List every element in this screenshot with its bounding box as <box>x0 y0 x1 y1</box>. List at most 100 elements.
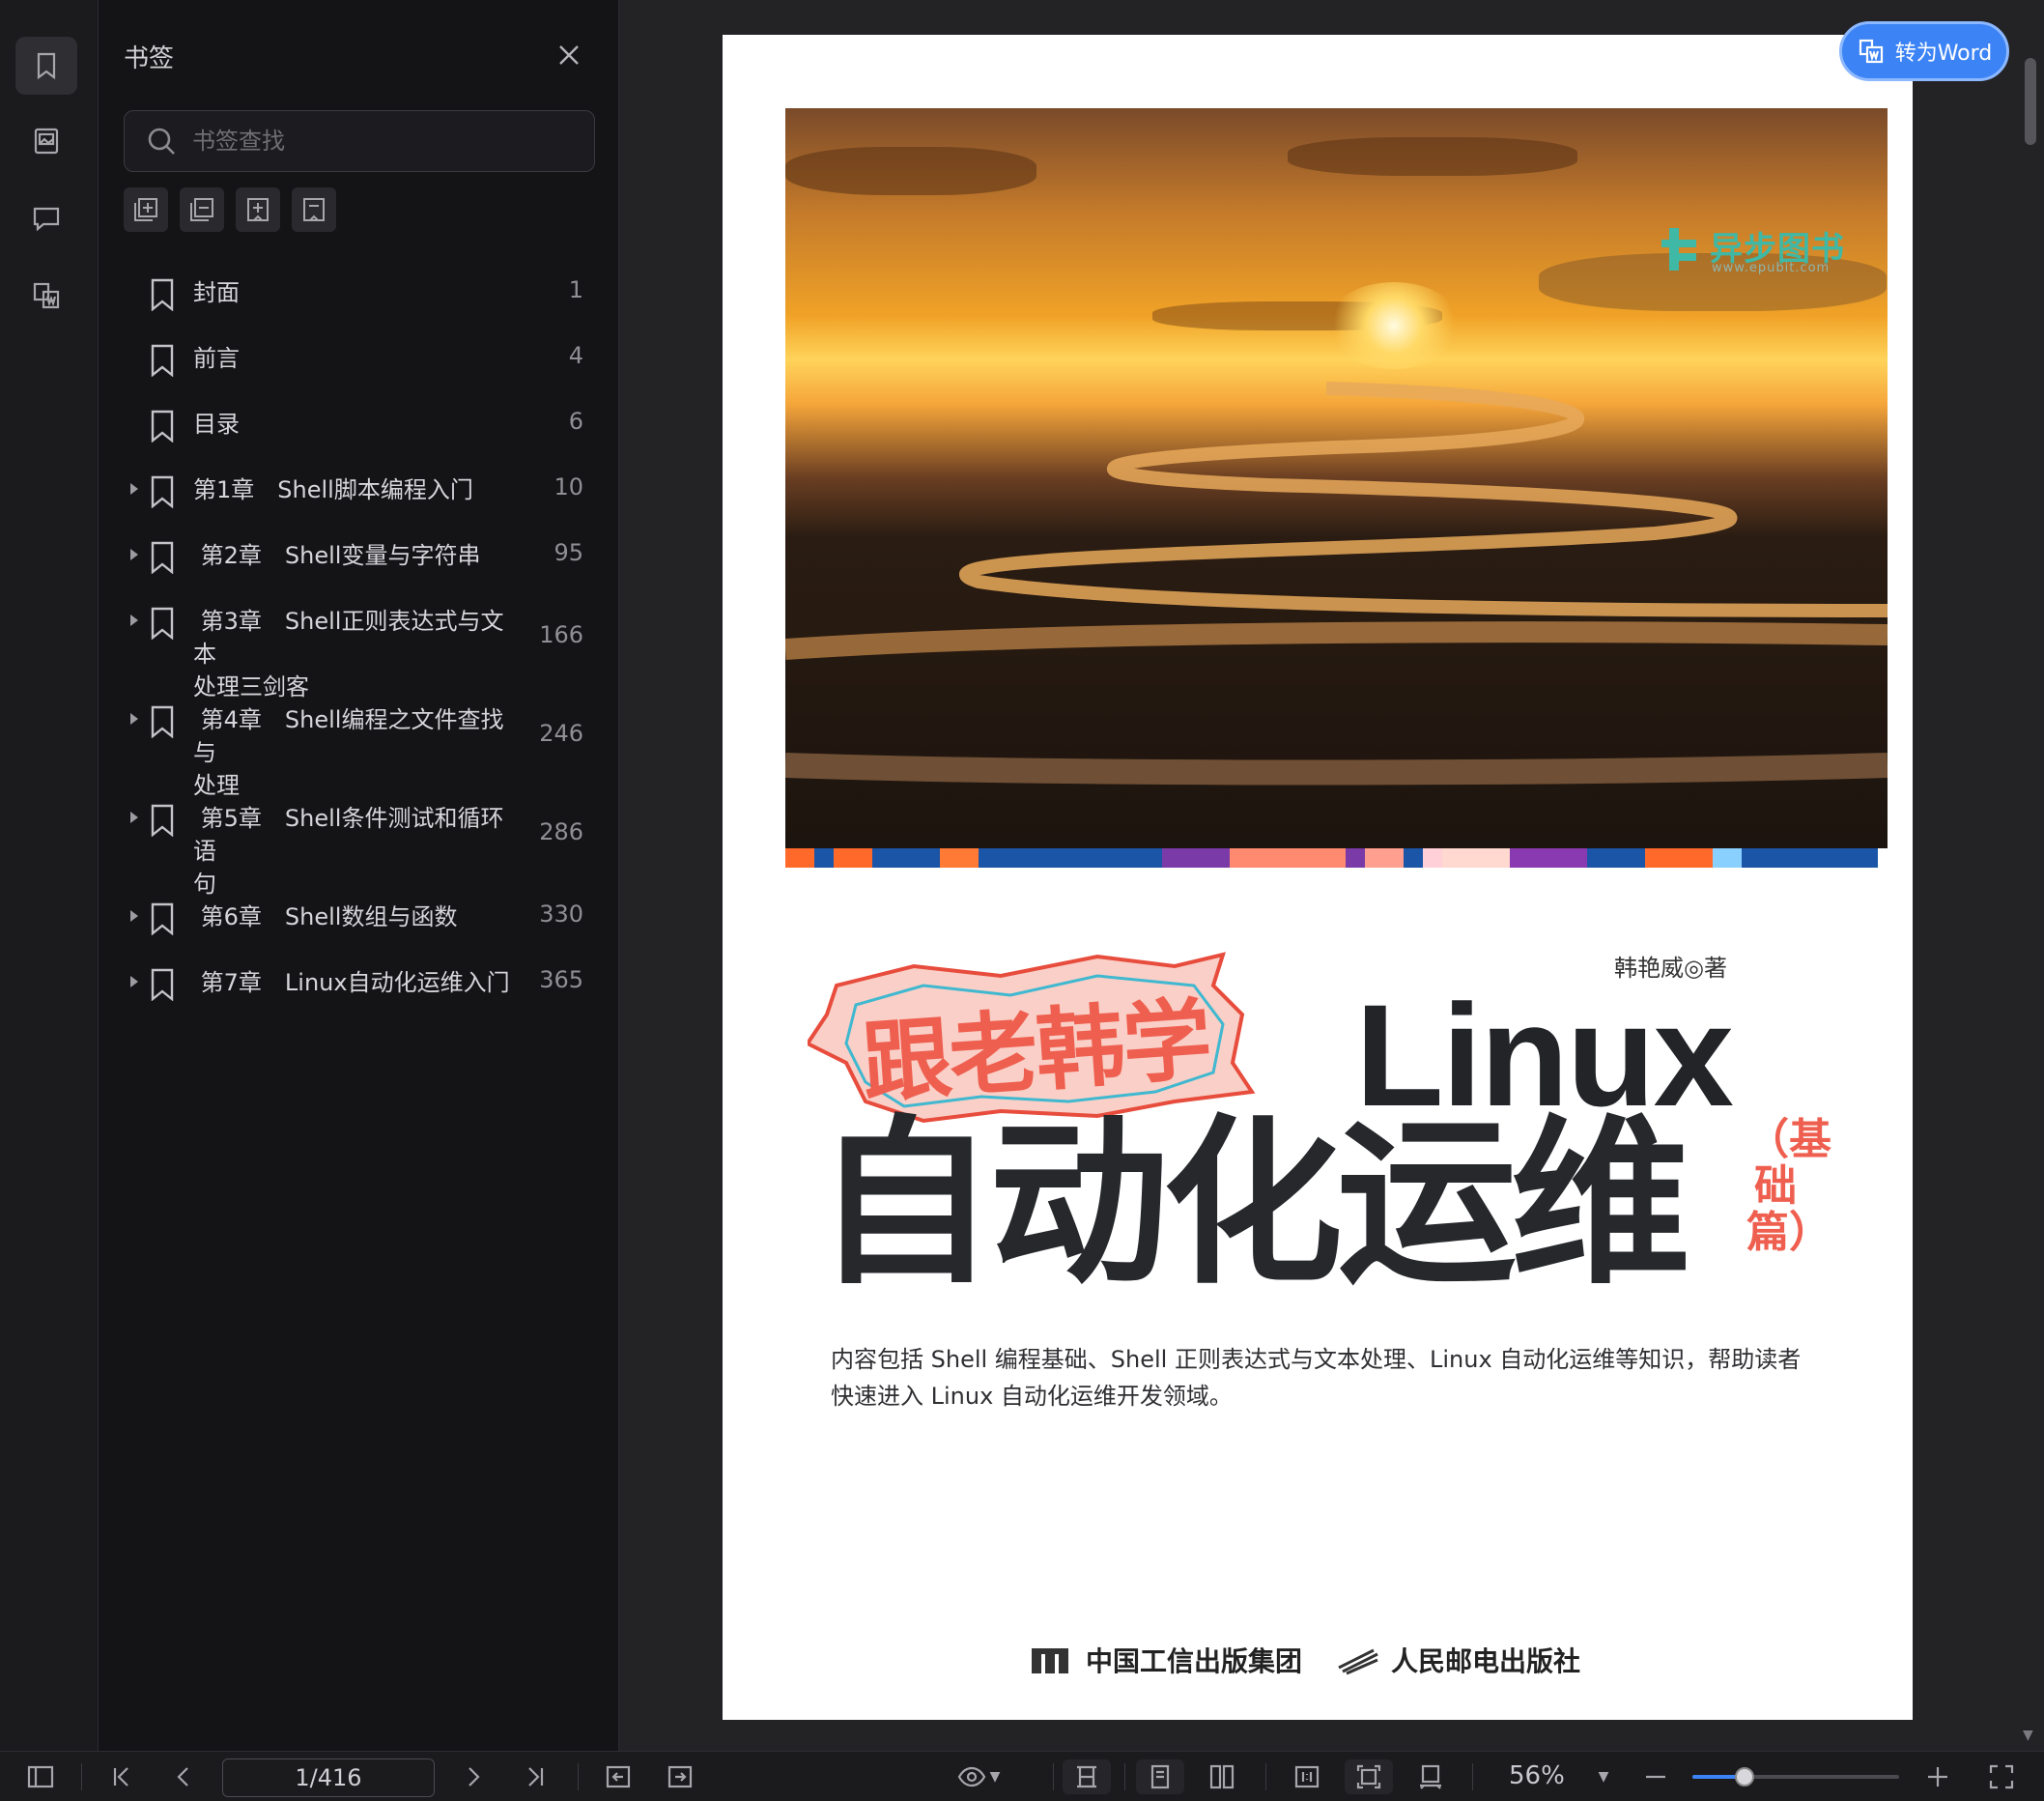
left-icon-rail <box>0 0 99 1751</box>
separator <box>1265 1763 1266 1790</box>
press-name: 人民邮电出版社 <box>1391 1645 1581 1677</box>
pdf-reader-window: 书签 封面 1 前言 4 目录 6 第1章 Shell脚本编程入门 10 第2章 Shell变… <box>0 0 2044 1801</box>
vertical-scrollbar[interactable] <box>2025 58 2036 145</box>
back-icon <box>606 1765 631 1788</box>
expand-arrow-icon[interactable] <box>130 910 138 922</box>
panel-title: 书签 <box>124 44 175 73</box>
bookmark-icon <box>149 607 176 641</box>
separator <box>1472 1763 1473 1790</box>
bookmark-icon <box>149 541 176 575</box>
last-page-button[interactable] <box>518 1759 553 1794</box>
eye-icon <box>957 1766 985 1787</box>
bookmark-label: 第1章 Shell脚本编程入门 <box>193 476 473 503</box>
close-icon <box>559 45 579 65</box>
double-page-button[interactable] <box>1198 1759 1246 1794</box>
forward-icon <box>667 1765 693 1788</box>
cover-blurb: 内容包括 Shell 编程基础、Shell 正则表达式与文本处理、Linux 自… <box>831 1346 1802 1410</box>
bottom-toolbar: 1/416 ▼ 56% ▼ <box>0 1751 2044 1801</box>
bookmark-icon <box>149 344 176 378</box>
convert-tab[interactable] <box>15 267 77 325</box>
comments-tab[interactable] <box>15 189 77 247</box>
bookmark-page-number: 365 <box>539 966 583 993</box>
bookmarks-tab[interactable] <box>15 37 77 95</box>
zoom-slider-thumb[interactable] <box>1734 1767 1754 1787</box>
image-icon <box>34 128 59 155</box>
press-group-name: 中国工信出版集团 <box>1086 1645 1303 1677</box>
bookmark-panel: 书签 封面 1 前言 4 目录 6 第1章 Shell脚本编程入门 10 第2章 Shell变… <box>99 0 619 1751</box>
close-panel-button[interactable] <box>554 41 583 70</box>
bookmark-search[interactable] <box>124 110 595 172</box>
bookmark-label: 第3章 Shell正则表达式与文本 处理三剑客 <box>193 608 504 700</box>
sidebar-toggle-button[interactable] <box>21 1759 60 1794</box>
bookmark-search-input[interactable] <box>192 128 559 155</box>
zoom-dropdown[interactable]: ▼ <box>1594 1759 1613 1794</box>
next-page-button[interactable] <box>456 1759 491 1794</box>
convert-to-word-button[interactable]: 转为Word <box>1839 21 2009 81</box>
zoom-out-button[interactable] <box>1638 1759 1673 1794</box>
bookmark-label: 第4章 Shell编程之文件查找与 处理 <box>193 706 504 799</box>
pdf-page: 异步图书 www.epubit.com 韩艳威◎著 跟老韩学 Linux 自动化… <box>723 35 1913 1720</box>
expand-arrow-icon[interactable] <box>130 976 138 987</box>
next-page-icon <box>468 1767 480 1787</box>
page-number-input[interactable]: 1/416 <box>222 1758 435 1797</box>
expand-all-icon <box>134 198 157 221</box>
actual-size-icon <box>1294 1765 1320 1788</box>
bookmark-label: 封面 <box>193 279 240 306</box>
bookmark-label: 前言 <box>193 345 240 372</box>
cover-photo: 异步图书 www.epubit.com <box>785 108 1888 848</box>
forward-button[interactable] <box>663 1759 697 1794</box>
add-bookmark-button[interactable] <box>236 187 280 232</box>
remove-bookmark-button[interactable] <box>292 187 336 232</box>
fullscreen-button[interactable] <box>1982 1759 2021 1794</box>
zoom-in-button[interactable] <box>1920 1759 1955 1794</box>
bookmark-page-number: 1 <box>568 276 583 303</box>
chevron-down-icon: ▼ <box>1598 1769 1609 1785</box>
bookmark-page-number: 10 <box>554 473 583 500</box>
separator <box>1053 1763 1054 1790</box>
fit-width-button[interactable] <box>1345 1759 1393 1794</box>
zoom-level[interactable]: 56% <box>1509 1761 1565 1790</box>
expand-arrow-icon[interactable] <box>130 812 138 823</box>
actual-size-button[interactable] <box>1283 1759 1331 1794</box>
bookmark-label: 第6章 Shell数组与函数 <box>193 903 458 930</box>
edition-tag: （基础篇） <box>1746 1115 1831 1257</box>
bookmark-icon <box>149 968 176 1002</box>
press-group-logo-icon <box>1032 1648 1068 1673</box>
remove-bookmark-icon <box>303 198 325 221</box>
fit-page-button[interactable] <box>1063 1759 1111 1794</box>
chevron-down-icon: ▼ <box>989 1769 1001 1785</box>
expand-arrow-icon[interactable] <box>130 615 138 626</box>
single-page-button[interactable] <box>1136 1759 1184 1794</box>
river-graphic <box>785 382 1888 786</box>
bookmark-label: 目录 <box>193 411 240 438</box>
add-bookmark-icon <box>247 198 269 221</box>
expand-arrow-icon[interactable] <box>130 549 138 560</box>
bookmark-icon <box>149 278 176 312</box>
first-page-icon <box>113 1767 128 1787</box>
sidebar-toggle-icon <box>27 1765 54 1788</box>
search-icon <box>148 128 175 155</box>
bookmark-page-number: 246 <box>539 720 583 747</box>
bookmark-label: 第2章 Shell变量与字符串 <box>193 542 481 569</box>
prev-page-icon <box>177 1767 188 1787</box>
word-convert-icon <box>1859 39 1883 64</box>
bookmark-label: 第7章 Linux自动化运维入门 <box>193 969 510 996</box>
bookmark-icon <box>149 804 176 838</box>
series-sticker-text: 跟老韩学 <box>859 987 1213 1116</box>
thumbnails-tab[interactable] <box>15 112 77 170</box>
view-mode-dropdown[interactable]: ▼ <box>951 1759 1007 1794</box>
first-page-button[interactable] <box>104 1759 139 1794</box>
collapse-all-button[interactable] <box>180 187 224 232</box>
bookmark-icon <box>149 475 176 509</box>
expand-all-button[interactable] <box>124 187 168 232</box>
press-logo-icon <box>1338 1648 1378 1675</box>
bookmark-icon <box>149 410 176 443</box>
convert-icon <box>33 282 60 309</box>
rotate-button[interactable] <box>1406 1759 1455 1794</box>
separator <box>81 1763 82 1790</box>
expand-arrow-icon[interactable] <box>130 713 138 725</box>
scroll-down-arrow[interactable]: ▼ <box>2023 1728 2033 1743</box>
expand-arrow-icon[interactable] <box>130 483 138 495</box>
prev-page-button[interactable] <box>166 1759 201 1794</box>
back-button[interactable] <box>601 1759 636 1794</box>
